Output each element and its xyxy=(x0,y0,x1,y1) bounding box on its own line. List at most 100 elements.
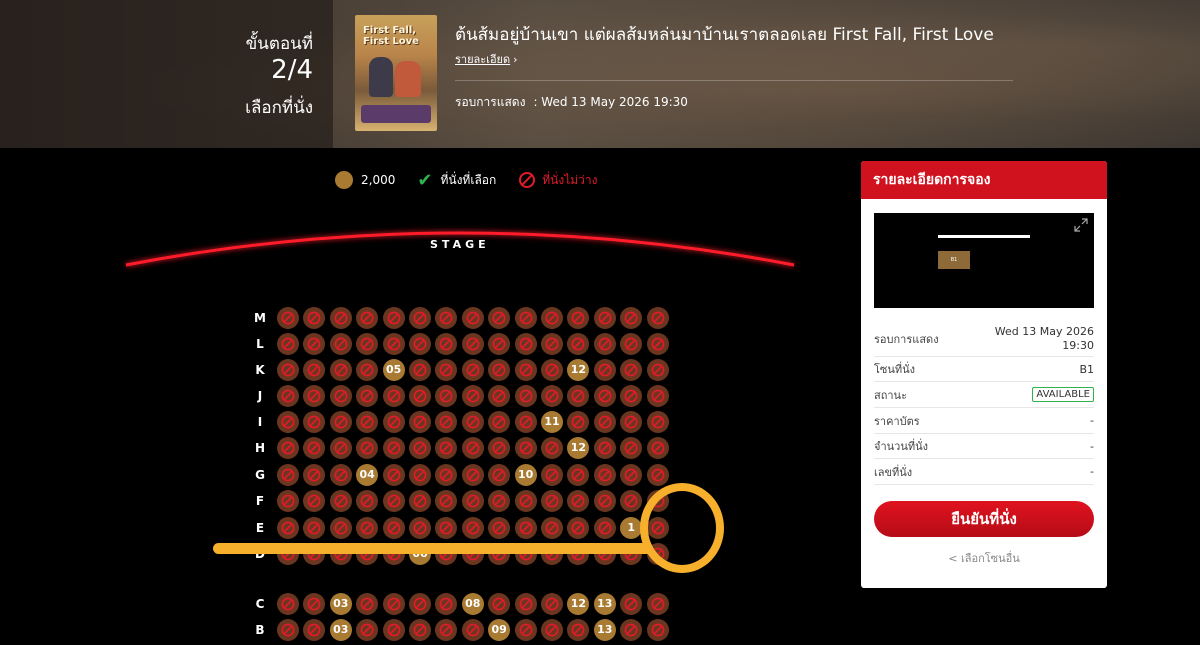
seat-available[interactable]: 12 xyxy=(567,359,590,381)
seat-unavailable xyxy=(303,385,326,407)
prohibited-icon xyxy=(651,597,664,611)
prohibited-icon xyxy=(413,337,427,351)
seat-unavailable xyxy=(329,385,352,407)
seat-unavailable xyxy=(382,593,405,615)
detail-link-label[interactable]: รายละเอียด xyxy=(455,53,510,66)
seat-number: 08 xyxy=(465,597,481,610)
prohibited-icon xyxy=(439,311,453,325)
detail-link[interactable]: รายละเอียด › xyxy=(455,50,518,68)
seat-unavailable xyxy=(488,437,511,459)
annotation-underline xyxy=(213,543,653,554)
prohibited-icon xyxy=(281,415,295,429)
detail-row: จำนวนที่นั่ง - xyxy=(874,434,1094,459)
minimap-zone[interactable]: B1 xyxy=(938,251,970,269)
seat-available[interactable]: 11 xyxy=(541,411,563,433)
seat-unavailable xyxy=(382,464,405,486)
prohibited-icon xyxy=(624,311,638,325)
seat-available[interactable]: 09 xyxy=(488,619,511,641)
seat-unavailable xyxy=(435,411,458,433)
seat-available[interactable]: 10 xyxy=(514,464,537,486)
seat-unavailable xyxy=(277,437,299,459)
seat-available[interactable]: 04 xyxy=(356,464,379,486)
prohibited-icon xyxy=(598,311,612,325)
zone-minimap[interactable]: B1 xyxy=(874,213,1094,308)
seat-unavailable xyxy=(382,517,405,539)
detail-row: โซนที่นั่ง B1 xyxy=(874,357,1094,382)
seat-unavailable xyxy=(303,517,326,539)
detail-key: เลขที่นั่ง xyxy=(874,465,913,479)
seat-unavailable xyxy=(567,411,590,433)
prohibited-icon xyxy=(334,468,348,482)
seat-unavailable xyxy=(620,619,643,641)
prohibited-icon xyxy=(307,521,321,535)
seat-unavailable xyxy=(514,437,537,459)
seat-unavailable xyxy=(620,437,643,459)
seat-unavailable xyxy=(356,359,379,381)
seat-unavailable xyxy=(303,333,326,355)
seat-unavailable xyxy=(356,619,379,641)
seat-unavailable xyxy=(514,359,537,381)
seat-unavailable xyxy=(435,333,458,355)
seat-available[interactable]: 08 xyxy=(461,593,484,615)
row-label: I xyxy=(257,415,263,429)
prohibited-icon xyxy=(439,363,453,377)
seat-available[interactable]: 1 xyxy=(620,517,643,539)
seat-available[interactable]: 12 xyxy=(567,593,590,615)
seat-unavailable xyxy=(514,593,537,615)
prohibited-icon xyxy=(571,494,585,508)
prohibited-icon xyxy=(519,623,532,637)
poster-title: First Fall, First Love xyxy=(363,25,419,47)
prohibited-icon xyxy=(360,311,374,325)
seat-unavailable xyxy=(646,411,669,433)
prohibited-icon xyxy=(598,494,612,508)
prohibited-icon xyxy=(651,337,664,351)
seat-unavailable xyxy=(303,307,326,329)
prohibited-icon xyxy=(307,623,321,637)
seat-available[interactable]: 03 xyxy=(329,593,352,615)
prohibited-icon xyxy=(413,494,427,508)
confirm-seat-button[interactable]: ยืนยันที่นั่ง xyxy=(874,501,1094,537)
seat-unavailable xyxy=(620,490,643,512)
stage-label: STAGE xyxy=(430,238,490,251)
legend-unavailable-label: ที่นั่งไม่ว่าง xyxy=(542,172,598,187)
seat-available[interactable]: 13 xyxy=(593,619,616,641)
seat-unavailable xyxy=(382,307,405,329)
check-icon: ✔ xyxy=(417,169,433,191)
seat-unavailable xyxy=(488,490,511,512)
seat-unavailable xyxy=(488,411,511,433)
prohibited-icon xyxy=(519,597,532,611)
prohibited-icon xyxy=(413,623,427,637)
prohibited-icon xyxy=(651,468,664,482)
prohibited-icon xyxy=(360,623,374,637)
prohibited-icon xyxy=(545,441,559,455)
seat-unavailable xyxy=(356,307,379,329)
seat-unavailable xyxy=(646,385,669,407)
expand-icon[interactable] xyxy=(1074,218,1088,232)
seat-unavailable xyxy=(329,307,352,329)
seat-unavailable xyxy=(409,385,431,407)
seat-unavailable xyxy=(461,307,484,329)
seat-unavailable xyxy=(277,359,299,381)
choose-other-zone-link[interactable]: < เลือกโซนอื่น xyxy=(861,549,1107,567)
seat-unavailable xyxy=(461,333,484,355)
seat-unavailable xyxy=(593,490,616,512)
seat-number: 09 xyxy=(491,623,507,636)
seat-available[interactable]: 03 xyxy=(329,619,352,641)
seat-unavailable xyxy=(488,359,511,381)
seat-unavailable xyxy=(435,593,458,615)
seat-available[interactable]: 12 xyxy=(567,437,590,459)
seat-available[interactable]: 05 xyxy=(382,359,405,381)
detail-row: ราคาบัตร - xyxy=(874,408,1094,434)
row-label: F xyxy=(255,494,265,508)
prohibited-icon xyxy=(466,311,480,325)
seat-unavailable xyxy=(356,333,379,355)
prohibited-icon xyxy=(387,337,400,351)
prohibited-icon xyxy=(387,521,400,535)
prohibited-icon xyxy=(439,441,453,455)
prohibited-icon xyxy=(624,441,638,455)
prohibited-icon xyxy=(387,389,400,403)
seat-unavailable xyxy=(514,490,537,512)
seat-available[interactable]: 13 xyxy=(593,593,616,615)
prohibited-icon xyxy=(334,389,348,403)
prohibited-icon xyxy=(281,597,295,611)
